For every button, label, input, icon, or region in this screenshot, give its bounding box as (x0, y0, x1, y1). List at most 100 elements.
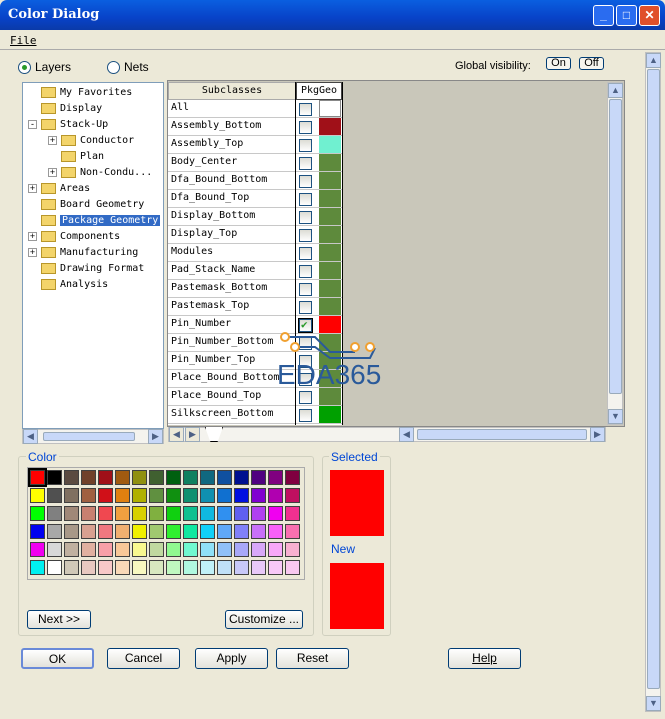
visibility-checkbox[interactable] (299, 391, 312, 404)
palette-swatch[interactable] (200, 488, 215, 503)
color-cell[interactable] (319, 226, 341, 243)
palette-swatch[interactable] (64, 506, 79, 521)
palette-swatch[interactable] (251, 560, 266, 575)
tree-item[interactable]: Plan (61, 148, 104, 164)
close-button[interactable]: ✕ (639, 5, 660, 26)
palette-swatch[interactable] (64, 488, 79, 503)
window-vertical-scrollbar[interactable]: ▲ ▼ (645, 52, 661, 712)
palette-swatch[interactable] (183, 506, 198, 521)
palette-swatch[interactable] (98, 506, 113, 521)
palette-swatch[interactable] (115, 524, 130, 539)
palette-swatch[interactable] (234, 470, 249, 485)
visibility-checkbox[interactable] (299, 193, 312, 206)
palette-swatch[interactable] (132, 560, 147, 575)
expand-icon[interactable]: + (48, 136, 57, 145)
tree-item[interactable]: Areas (41, 180, 90, 196)
visibility-checkbox[interactable] (299, 229, 312, 242)
palette-swatch[interactable] (285, 470, 300, 485)
palette-swatch[interactable] (251, 488, 266, 503)
scroll-thumb[interactable] (417, 429, 587, 440)
sheet-next-icon[interactable]: ▶ (185, 427, 200, 442)
palette-swatch[interactable] (200, 506, 215, 521)
palette-swatch[interactable] (30, 542, 45, 557)
color-cell[interactable] (319, 154, 341, 171)
expand-icon[interactable]: + (28, 184, 37, 193)
palette-swatch[interactable] (149, 524, 164, 539)
palette-swatch[interactable] (115, 542, 130, 557)
palette-swatch[interactable] (166, 506, 181, 521)
color-cell[interactable] (319, 280, 341, 297)
palette-swatch[interactable] (268, 488, 283, 503)
palette-swatch[interactable] (30, 488, 45, 503)
layers-radio[interactable]: Layers (18, 60, 71, 74)
palette-swatch[interactable] (166, 524, 181, 539)
help-button[interactable]: Help (448, 648, 521, 669)
palette-swatch[interactable] (47, 506, 62, 521)
tree-item[interactable]: Non-Condu... (61, 164, 152, 180)
palette-swatch[interactable] (166, 560, 181, 575)
next-button[interactable]: Next >> (27, 610, 91, 629)
scroll-thumb[interactable] (647, 69, 660, 689)
tree-item[interactable]: Stack-Up (41, 116, 108, 132)
color-cell[interactable] (319, 298, 341, 315)
palette-swatch[interactable] (251, 470, 266, 485)
palette-swatch[interactable] (64, 524, 79, 539)
palette-swatch[interactable] (64, 542, 79, 557)
tree-item[interactable]: Display (41, 100, 102, 116)
palette-swatch[interactable] (81, 542, 96, 557)
visibility-checkbox[interactable] (299, 175, 312, 188)
visibility-off-button[interactable]: Off (579, 57, 604, 70)
expand-icon[interactable]: + (28, 232, 37, 241)
palette-swatch[interactable] (115, 488, 130, 503)
visibility-checkbox[interactable] (299, 283, 312, 296)
visibility-on-button[interactable]: On (546, 57, 571, 70)
palette-swatch[interactable] (217, 488, 232, 503)
palette-swatch[interactable] (183, 542, 198, 557)
color-cell[interactable] (319, 190, 341, 207)
palette-swatch[interactable] (183, 470, 198, 485)
grid-horizontal-scrollbar[interactable]: ◀ ▶ ◀ ▶ (168, 427, 606, 442)
scroll-thumb[interactable] (43, 432, 135, 441)
nets-radio[interactable]: Nets (107, 60, 149, 74)
visibility-checkbox[interactable] (299, 247, 312, 260)
palette-swatch[interactable] (30, 506, 45, 521)
visibility-checkbox[interactable] (299, 301, 312, 314)
palette-swatch[interactable] (47, 488, 62, 503)
tree-item[interactable]: Components (41, 228, 120, 244)
sheet-prev-icon[interactable]: ◀ (169, 427, 184, 442)
palette-swatch[interactable] (285, 506, 300, 521)
color-cell[interactable] (319, 118, 341, 135)
palette-swatch[interactable] (81, 488, 96, 503)
palette-swatch[interactable] (115, 560, 130, 575)
maximize-button[interactable]: □ (616, 5, 637, 26)
tree-item[interactable]: Drawing Format (41, 260, 144, 276)
tree-horizontal-scrollbar[interactable]: ◀ ▶ (22, 429, 164, 444)
scroll-up-icon[interactable]: ▲ (608, 83, 623, 98)
color-cell[interactable] (319, 100, 341, 117)
palette-swatch[interactable] (234, 542, 249, 557)
palette-swatch[interactable] (285, 560, 300, 575)
palette-swatch[interactable] (234, 524, 249, 539)
reset-button[interactable]: Reset (276, 648, 349, 669)
tree-item[interactable]: Package Geometry (41, 212, 161, 228)
palette-swatch[interactable] (251, 506, 266, 521)
palette-swatch[interactable] (98, 560, 113, 575)
visibility-checkbox[interactable] (299, 121, 312, 134)
palette-swatch[interactable] (149, 560, 164, 575)
palette-swatch[interactable] (285, 524, 300, 539)
visibility-checkbox[interactable] (299, 409, 312, 422)
palette-swatch[interactable] (166, 488, 181, 503)
color-cell[interactable] (319, 262, 341, 279)
color-cell[interactable] (319, 406, 341, 423)
visibility-checkbox[interactable] (299, 103, 312, 116)
palette-swatch[interactable] (285, 488, 300, 503)
palette-swatch[interactable] (217, 524, 232, 539)
palette-swatch[interactable] (234, 506, 249, 521)
palette-swatch[interactable] (166, 470, 181, 485)
palette-swatch[interactable] (132, 524, 147, 539)
palette-swatch[interactable] (47, 542, 62, 557)
palette-swatch[interactable] (149, 470, 164, 485)
menu-file[interactable]: File (10, 34, 37, 47)
palette-swatch[interactable] (47, 524, 62, 539)
color-cell[interactable] (319, 172, 341, 189)
